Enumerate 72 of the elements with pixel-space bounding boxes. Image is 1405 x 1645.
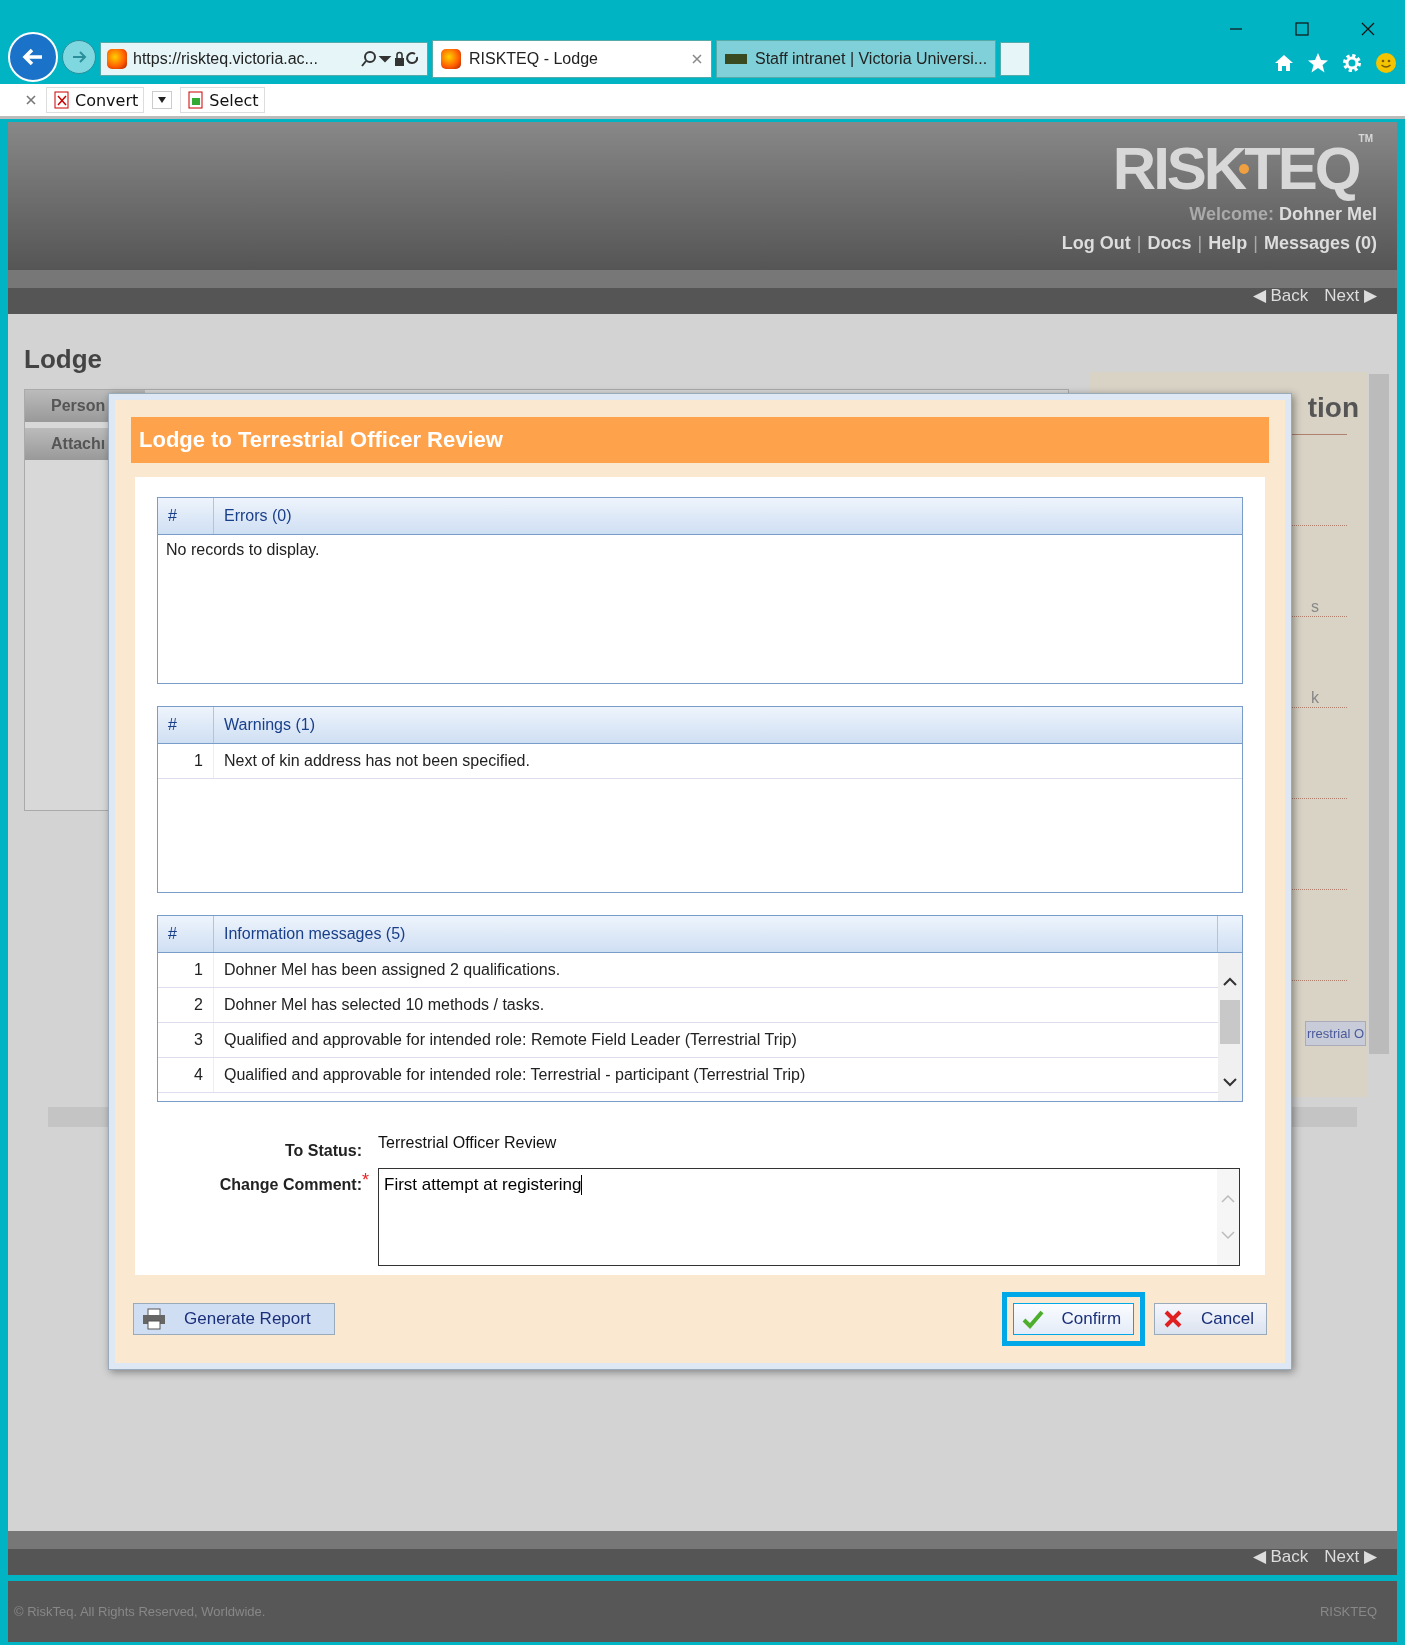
header-link[interactable]: Docs (1147, 233, 1192, 254)
table-cell-text: Qualified and approvable for intended role: Terrestrial - participant (Terrestrial Trip) (223, 1066, 807, 1084)
chevron-down-icon (1221, 1230, 1235, 1240)
side-panel-title: tion (1307, 391, 1359, 424)
dialog-title: Lodge to Terrestrial Officer Review (131, 417, 1269, 463)
logo: RISKTEQ$^{TM}$ (1112, 134, 1374, 204)
select-button[interactable]: Select (180, 87, 265, 113)
caret-icon (157, 96, 168, 104)
back-link[interactable]: ◀ Back (1252, 284, 1309, 306)
next-link[interactable]: Next ▶ (1324, 1545, 1377, 1567)
new-tab-button[interactable] (1000, 42, 1030, 76)
checkmark-icon (1021, 1309, 1044, 1329)
table-cell: 1 (158, 953, 214, 987)
smiley-icon[interactable] (1375, 52, 1397, 74)
home-icon[interactable] (1273, 52, 1295, 74)
browser-tab[interactable]: RISKTEQ - Lodge (432, 40, 712, 78)
column-header: Information messages (5) (223, 924, 407, 944)
page-title: Lodge (24, 343, 103, 375)
back-link[interactable]: ◀ Back (1252, 1545, 1309, 1567)
scrollbar[interactable] (1218, 953, 1242, 1101)
column-header: # (158, 916, 214, 952)
column-header: Errors (0) (223, 506, 293, 526)
browser-tab[interactable]: Staff intranet | Victoria Universi... (716, 40, 996, 78)
separator: | (1136, 233, 1142, 254)
empty-message: No records to display. (165, 540, 321, 560)
address-tools-icon (361, 50, 421, 68)
site-icon (107, 49, 127, 69)
chevron-up-icon (1221, 1194, 1235, 1204)
scrollbar[interactable] (1369, 373, 1389, 1054)
generate-report-button[interactable]: Generate Report (133, 1303, 335, 1335)
comment-field[interactable]: First attempt at registering (378, 1168, 1240, 1266)
table-cell: 2 (158, 988, 214, 1022)
header-link[interactable]: Messages (0) (1263, 233, 1377, 254)
table-cell-text: Dohner Mel has selected 10 methods / tasks. (223, 996, 546, 1014)
address-field[interactable]: https://riskteq.victoria.ac... (100, 42, 428, 76)
close-icon[interactable] (1361, 22, 1375, 36)
table-cell: 4 (158, 1058, 214, 1092)
separator: | (1253, 233, 1258, 254)
close-icon[interactable] (24, 93, 38, 107)
field-label: Change Comment: (218, 1175, 362, 1194)
table-cell-text: Qualified and approvable for intended role: Remote Field Leader (Terrestrial Trip) (223, 1031, 798, 1049)
settings-icon[interactable] (1341, 52, 1363, 74)
separator: | (1197, 233, 1203, 254)
status-value: Terrestrial Officer Review (377, 1134, 557, 1152)
back-button[interactable] (8, 32, 58, 82)
forward-button[interactable] (62, 40, 96, 74)
column-header: Warnings (1) (223, 715, 316, 735)
column-header: # (158, 498, 214, 534)
pdf-icon (52, 90, 72, 110)
welcome-label: Welcome: (1189, 204, 1274, 224)
field-label: To Status: (283, 1141, 362, 1160)
cross-icon (1163, 1309, 1184, 1329)
chevron-up-icon (1223, 977, 1237, 987)
cancel-button[interactable]: Cancel (1154, 1303, 1267, 1335)
maximize-icon[interactable] (1295, 22, 1309, 36)
table-cell-text: Next of kin address has not been specified. (223, 752, 531, 770)
dropdown-button[interactable] (152, 91, 173, 109)
header-link[interactable]: Help (1208, 233, 1248, 254)
next-link[interactable]: Next ▶ (1324, 284, 1377, 306)
transition-button[interactable]: rrestrial O (1304, 1020, 1366, 1046)
convert-button[interactable]: Convert (46, 87, 145, 113)
printer-icon (142, 1308, 166, 1330)
user-name: Dohner Mel (1279, 204, 1377, 224)
column-header: # (158, 707, 214, 743)
header-link[interactable]: Log Out (1061, 233, 1131, 254)
close-icon (691, 53, 703, 65)
table-cell: 3 (158, 1023, 214, 1057)
chevron-down-icon (1223, 1077, 1237, 1087)
table-cell: 1 (158, 744, 214, 778)
star-icon[interactable] (1307, 52, 1329, 74)
table-cell-text: Dohner Mel has been assigned 2 qualifications. (223, 961, 562, 979)
required-icon: * (362, 1168, 378, 1191)
